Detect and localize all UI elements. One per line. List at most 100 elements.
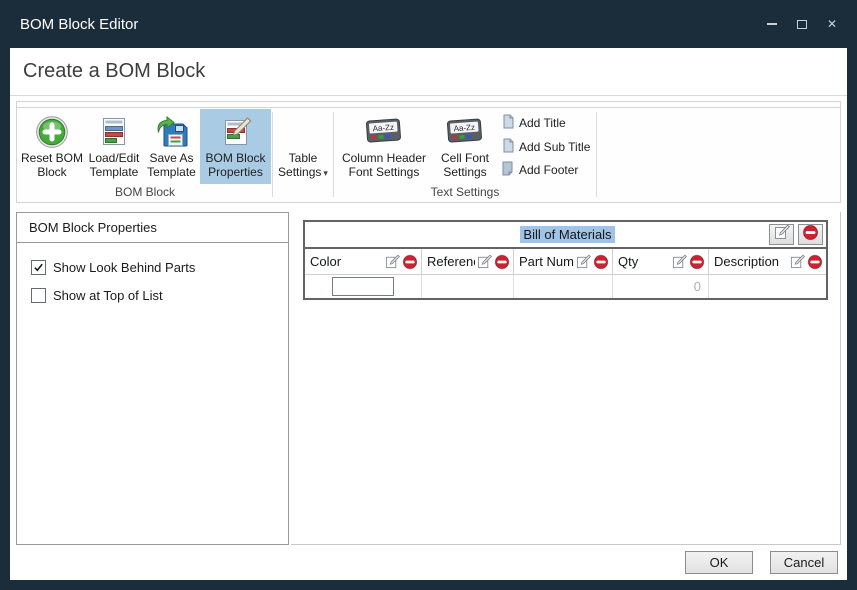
edit-column-icon[interactable] (385, 254, 400, 269)
edit-column-icon[interactable] (477, 254, 492, 269)
cell-color (305, 275, 422, 298)
edit-column-icon[interactable] (576, 254, 591, 269)
minimize-button[interactable] (761, 13, 783, 35)
close-icon: ✕ (827, 18, 837, 30)
reset-bom-label-2: Block (37, 165, 66, 179)
ribbon-group-label-bom-block: BOM Block (19, 184, 271, 201)
titlebar[interactable]: BOM Block Editor ✕ (0, 0, 857, 48)
column-header-part-num: Part Num (514, 249, 613, 274)
close-button[interactable]: ✕ (821, 13, 843, 35)
load-edit-template-button[interactable]: Load/EditTemplate (85, 109, 143, 184)
bom-props-label-2: Properties (208, 165, 263, 179)
ribbon-group-label-text-settings: Text Settings (335, 184, 595, 201)
add-title-label: Add Title (519, 116, 566, 130)
reset-bom-icon (35, 113, 69, 151)
color-value-input[interactable] (332, 277, 394, 296)
cell-font-icon: Aa-Zz (446, 113, 484, 151)
reset-bom-label-1: Reset BOM (21, 151, 83, 165)
edit-title-button[interactable] (769, 224, 794, 245)
ok-button[interactable]: OK (685, 551, 753, 574)
dialog-content: Create a BOM Block (10, 48, 847, 580)
column-header-description: Description (709, 249, 826, 274)
cell-description[interactable] (709, 275, 826, 298)
maximize-button[interactable] (791, 13, 813, 35)
column-header-reference: Reference (422, 249, 514, 274)
minimize-icon (767, 23, 777, 25)
window-title: BOM Block Editor (20, 16, 138, 33)
properties-panel-title: BOM Block Properties (17, 213, 288, 243)
col-header-font-label-1: Column Header (342, 151, 426, 165)
save-as-label-1: Save As (149, 151, 193, 165)
add-footer-label: Add Footer (519, 163, 578, 177)
checkbox-show-look-behind-parts[interactable]: Show Look Behind Parts (31, 260, 288, 275)
maximize-icon (797, 20, 807, 29)
dialog-footer: OK Cancel (10, 545, 847, 580)
edit-column-icon[interactable] (672, 254, 687, 269)
ribbon-group-bom-block: Reset BOMBlock (19, 109, 271, 201)
checkbox-show-at-top-of-list[interactable]: Show at Top of List (31, 288, 288, 303)
cancel-button[interactable]: Cancel (770, 551, 838, 574)
checkbox-label: Show at Top of List (53, 288, 163, 303)
bom-block-editor-window: BOM Block Editor ✕ Create a BOM Block (0, 0, 857, 590)
qty-value: 0 (694, 279, 701, 294)
ribbon: Reset BOMBlock (16, 101, 841, 203)
add-footer-button[interactable]: Add Footer (499, 159, 587, 181)
edit-icon (774, 224, 790, 245)
edit-column-icon[interactable] (790, 254, 805, 269)
font-icon-text: Aa-Zz (453, 123, 475, 133)
save-as-label-2: Template (147, 165, 196, 179)
delete-column-icon[interactable] (593, 254, 609, 270)
checkbox-checked-icon[interactable] (31, 260, 46, 275)
add-title-icon (502, 114, 514, 132)
bom-table-data-row: 0 (305, 275, 826, 298)
cell-part-num[interactable] (514, 275, 613, 298)
delete-icon (802, 224, 819, 246)
cell-font-label-2: Settings (443, 165, 486, 179)
add-sub-title-button[interactable]: Add Sub Title (499, 136, 587, 158)
add-title-button[interactable]: Add Title (499, 112, 587, 134)
cell-reference[interactable] (422, 275, 514, 298)
add-sub-title-label: Add Sub Title (519, 140, 590, 154)
delete-column-icon[interactable] (402, 254, 418, 270)
load-edit-label-2: Template (90, 165, 139, 179)
bom-table-title[interactable]: Bill of Materials (520, 226, 614, 243)
delete-column-icon[interactable] (494, 254, 510, 270)
delete-column-icon[interactable] (689, 254, 705, 270)
bom-block-properties-button[interactable]: BOM BlockProperties (200, 109, 271, 184)
ribbon-separator (333, 112, 334, 197)
column-header-qty: Qty (613, 249, 709, 274)
delete-column-icon[interactable] (807, 254, 823, 270)
save-as-template-icon (155, 113, 189, 151)
ribbon-group-text-settings: Aa-Zz Column HeaderFont Settings (335, 109, 595, 201)
ribbon-group-table-settings: TableSettings▾ (274, 109, 332, 201)
table-settings-button[interactable]: TableSettings▾ (274, 109, 332, 184)
add-sub-title-icon (502, 138, 514, 156)
page-title: Create a BOM Block (23, 60, 205, 83)
bom-props-label-1: BOM Block (205, 151, 265, 165)
bom-table-title-row: Bill of Materials (305, 222, 826, 249)
bom-block-properties-icon (219, 113, 253, 151)
load-edit-template-icon (99, 113, 129, 151)
checkbox-unchecked-icon[interactable] (31, 288, 46, 303)
load-edit-label-1: Load/Edit (89, 151, 140, 165)
table-settings-label-2: Settings (278, 165, 321, 179)
bom-table-panel: Bill of Materials (291, 212, 841, 545)
column-header-color: Color (305, 249, 422, 274)
save-as-template-button[interactable]: Save AsTemplate (143, 109, 200, 184)
cell-font-label-1: Cell Font (441, 151, 489, 165)
delete-title-button[interactable] (798, 224, 823, 245)
cell-qty[interactable]: 0 (613, 275, 709, 298)
column-header-font-settings-button[interactable]: Aa-Zz Column HeaderFont Settings (335, 109, 433, 184)
bom-block-properties-panel: BOM Block Properties Show Look Behind Pa… (16, 212, 289, 545)
main-area: BOM Block Properties Show Look Behind Pa… (16, 212, 841, 545)
bom-table-header-row: Color Reference Part Num (305, 249, 826, 275)
column-header-font-icon: Aa-Zz (365, 113, 403, 151)
add-footer-icon (502, 161, 514, 179)
table-settings-label-1: Table (289, 151, 318, 165)
cell-font-settings-button[interactable]: Aa-Zz Cell FontSettings (433, 109, 497, 184)
ribbon-separator (272, 112, 273, 197)
font-icon-text: Aa-Zz (372, 123, 394, 133)
dialog-header: Create a BOM Block (10, 48, 847, 96)
reset-bom-block-button[interactable]: Reset BOMBlock (19, 109, 85, 184)
bom-table: Bill of Materials (303, 220, 828, 300)
